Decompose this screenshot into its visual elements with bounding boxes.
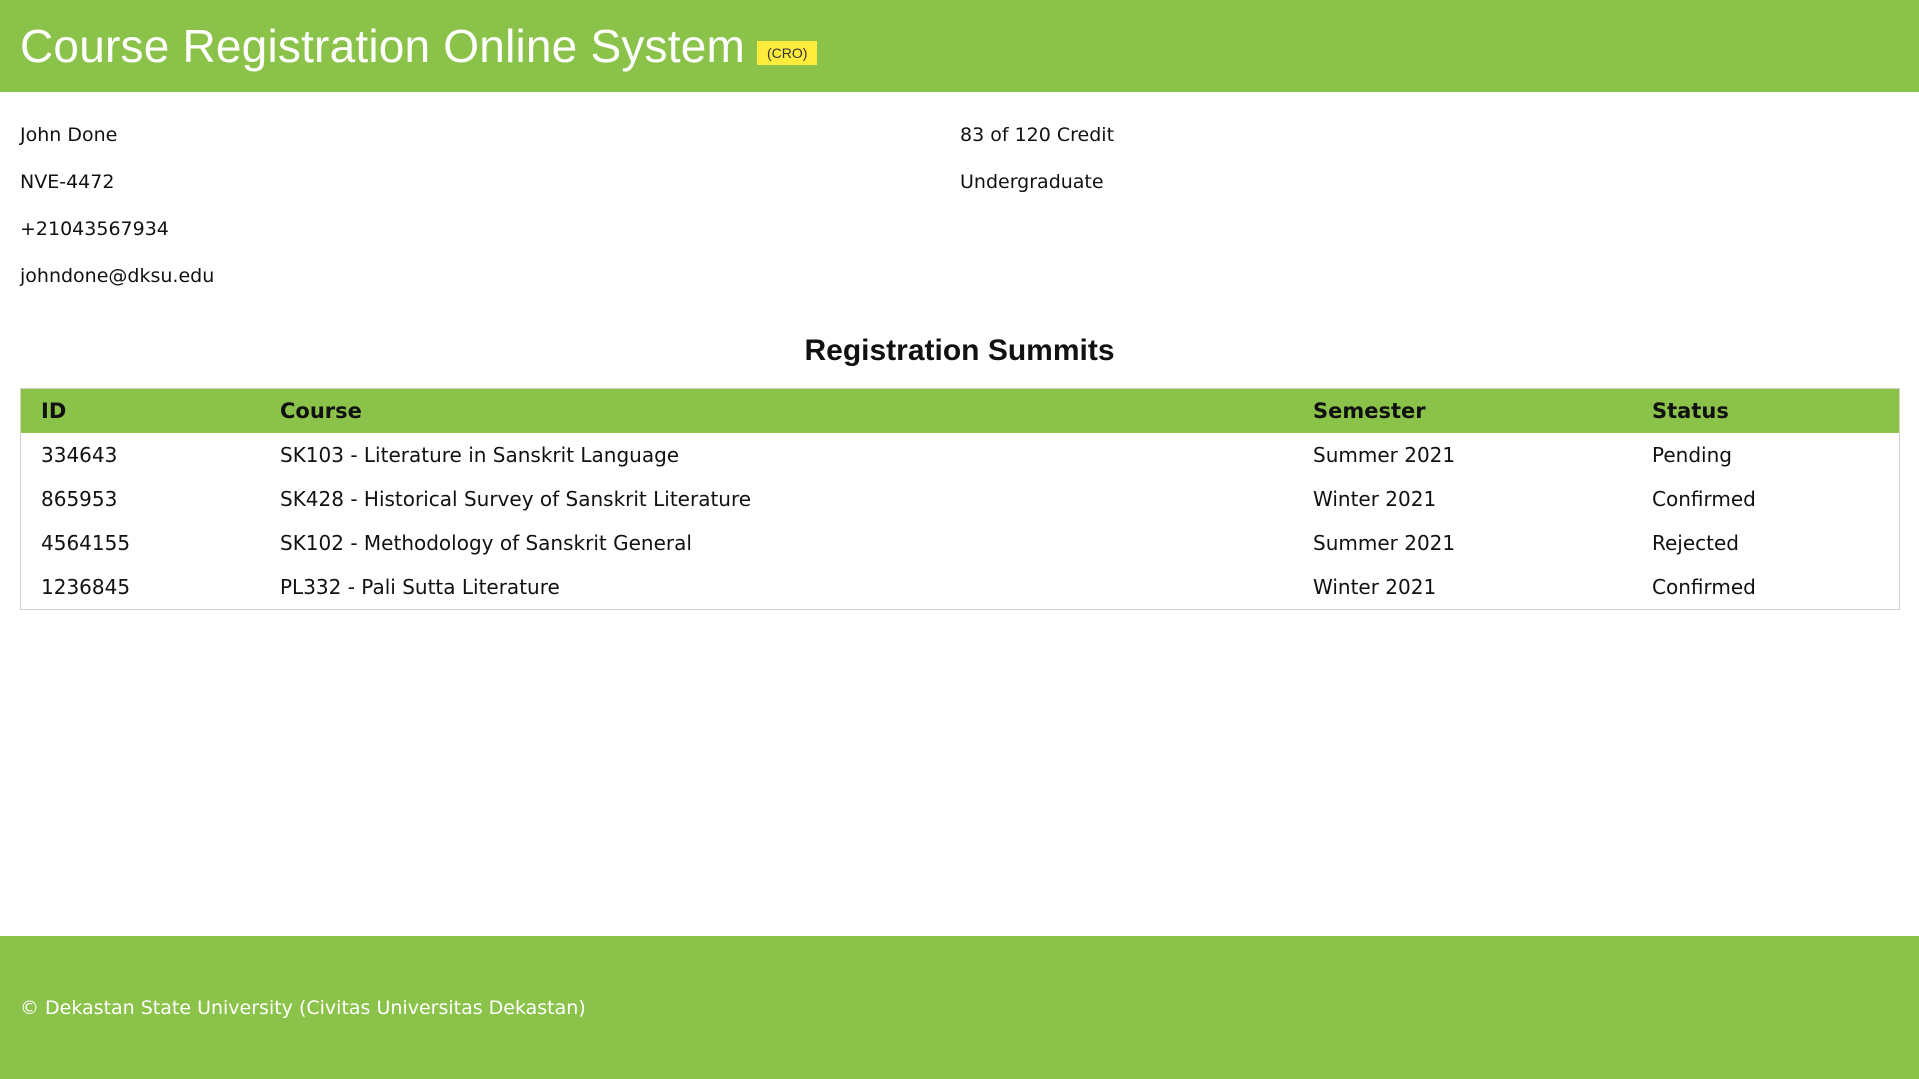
cell-status: Pending	[1652, 443, 1732, 467]
cell-status: Rejected	[1652, 531, 1740, 555]
app-title: Course Registration Online System	[20, 20, 746, 72]
cell-id: 865953	[41, 487, 118, 511]
page-footer: © Dekastan State University (Civitas Uni…	[0, 936, 1919, 1079]
column-header-status: Status	[1652, 399, 1729, 423]
cell-status: Confirmed	[1652, 575, 1756, 599]
cell-semester: Winter 2021	[1313, 575, 1437, 599]
registrations-title: Registration Summits	[804, 334, 1115, 367]
table-row: 334643 SK103 - Literature in Sanskrit La…	[21, 433, 1899, 477]
table-header-row: ID Course Semester Status	[21, 389, 1899, 433]
cell-id: 334643	[41, 443, 118, 467]
app-header: Course Registration Online System (CRO)	[0, 0, 1919, 92]
cell-status: Confirmed	[1652, 487, 1756, 511]
cell-semester: Winter 2021	[1313, 487, 1437, 511]
cell-semester: Summer 2021	[1313, 531, 1456, 555]
cell-id: 1236845	[41, 575, 131, 599]
student-credit: 83 of 120 Credit	[960, 124, 1115, 146]
table-row: 865953 SK428 - Historical Survey of Sans…	[21, 477, 1899, 521]
table-row: 1236845 PL332 - Pali Sutta Literature Wi…	[21, 565, 1899, 609]
cell-course: SK428 - Historical Survey of Sanskrit Li…	[280, 487, 752, 511]
app-abbreviation-badge: (CRO)	[757, 41, 818, 65]
student-contact-info: John Done NVE-4472 +21043567934 johndone…	[20, 118, 960, 306]
cell-course: PL332 - Pali Sutta Literature	[280, 575, 560, 599]
cell-course: SK103 - Literature in Sanskrit Language	[280, 443, 680, 467]
cell-course: SK102 - Methodology of Sanskrit General	[280, 531, 692, 555]
student-id: NVE-4472	[20, 171, 115, 193]
cell-id: 4564155	[41, 531, 131, 555]
student-profile: John Done NVE-4472 +21043567934 johndone…	[20, 118, 1900, 306]
student-phone: +21043567934	[20, 218, 169, 240]
footer-copyright: © Dekastan State University (Civitas Uni…	[20, 996, 586, 1019]
column-header-semester: Semester	[1313, 399, 1426, 423]
registrations-table: ID Course Semester Status 334643 SK103 -…	[20, 388, 1900, 610]
table-row: 4564155 SK102 - Methodology of Sanskrit …	[21, 521, 1899, 565]
student-level: Undergraduate	[960, 171, 1104, 193]
column-header-course: Course	[280, 399, 362, 423]
student-name: John Done	[20, 124, 118, 146]
cell-semester: Summer 2021	[1313, 443, 1456, 467]
column-header-id: ID	[41, 399, 67, 423]
student-email: johndone@dksu.edu	[20, 265, 215, 287]
student-academic-info: 83 of 120 Credit Undergraduate	[960, 118, 1900, 306]
